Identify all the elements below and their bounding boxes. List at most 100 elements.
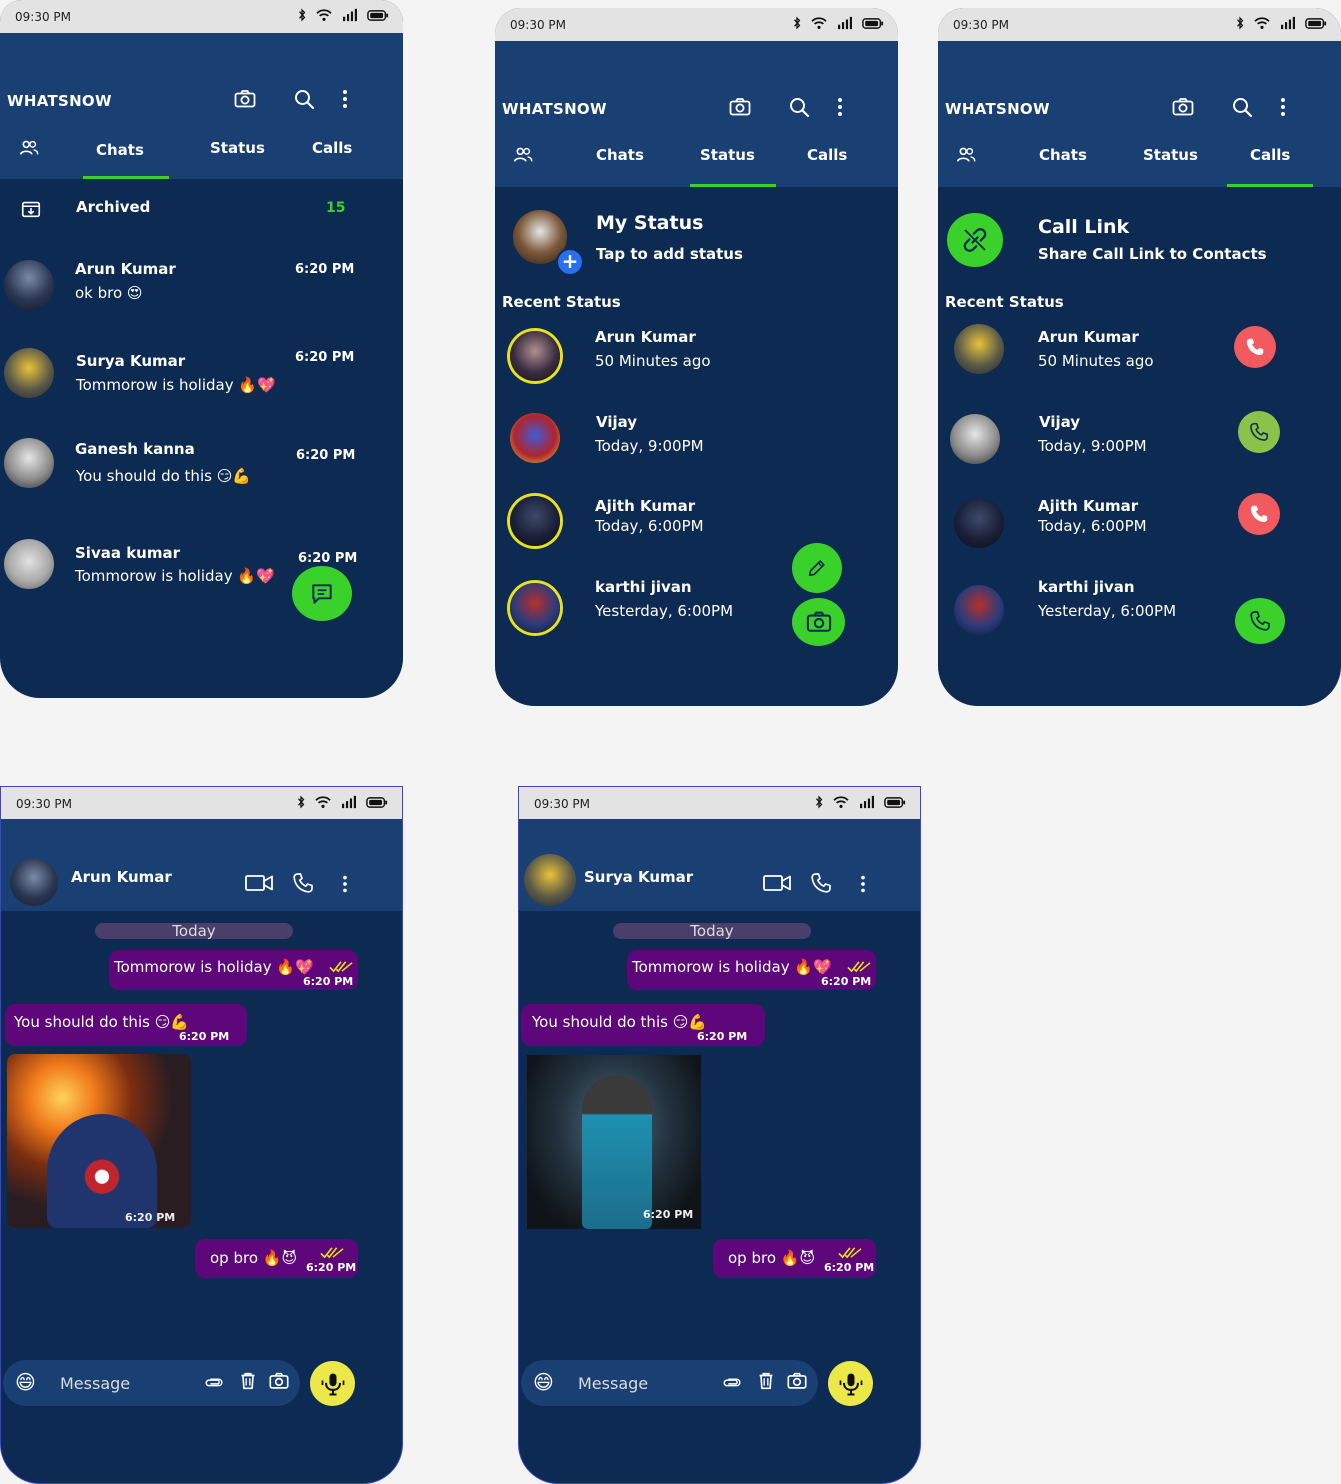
search-icon[interactable] xyxy=(292,87,316,111)
missed-call-button[interactable] xyxy=(1238,493,1280,535)
call-link-row[interactable]: Call Link Share Call Link to Contacts xyxy=(938,208,1341,278)
more-icon[interactable] xyxy=(334,873,356,895)
voice-record-button[interactable] xyxy=(828,1361,873,1406)
tab-chats[interactable]: Chats xyxy=(1039,146,1087,164)
contact-name[interactable]: Surya Kumar xyxy=(584,868,693,886)
contact-name[interactable]: Arun Kumar xyxy=(71,868,172,886)
tab-calls[interactable]: Calls xyxy=(1250,146,1290,164)
video-call-icon[interactable] xyxy=(244,871,274,895)
more-icon[interactable] xyxy=(1271,95,1295,119)
avatar[interactable] xyxy=(510,496,560,546)
emoji-icon[interactable]: 😄 xyxy=(15,1370,36,1394)
call-name: Arun Kumar xyxy=(1038,328,1139,346)
microphone-icon xyxy=(319,1370,347,1398)
avatar[interactable] xyxy=(510,583,560,633)
message-input[interactable]: Message xyxy=(578,1374,648,1393)
tab-calls[interactable]: Calls xyxy=(312,139,352,157)
phone-icon[interactable] xyxy=(291,871,315,895)
attach-icon[interactable] xyxy=(203,1371,225,1393)
chat-list-item[interactable]: Ganesh kanna You should do this 😏💪 6:20 … xyxy=(0,436,403,496)
call-item[interactable]: Arun Kumar 50 Minutes ago xyxy=(938,324,1341,384)
message-time: 6:20 PM xyxy=(303,975,354,988)
camera-icon[interactable] xyxy=(728,95,752,119)
avatar[interactable] xyxy=(4,260,54,310)
emoji-icon[interactable]: 😄 xyxy=(533,1370,554,1394)
delete-icon[interactable] xyxy=(755,1370,777,1392)
avatar[interactable] xyxy=(954,585,1004,635)
more-icon[interactable] xyxy=(828,95,852,119)
avatar[interactable] xyxy=(4,539,54,589)
new-chat-button[interactable] xyxy=(292,566,352,621)
delete-icon[interactable] xyxy=(237,1370,259,1392)
tab-status[interactable]: Status xyxy=(1143,146,1198,164)
image-time: 6:20 PM xyxy=(643,1208,694,1221)
avatar[interactable] xyxy=(510,331,560,381)
call-item[interactable]: karthi jivan Yesterday, 6:00PM xyxy=(938,578,1341,644)
signal-icon xyxy=(341,8,359,22)
status-name: Arun Kumar xyxy=(595,328,696,346)
my-status-row[interactable]: + My Status Tap to add status xyxy=(495,208,898,278)
avatar[interactable] xyxy=(954,324,1004,374)
community-icon[interactable] xyxy=(955,144,977,166)
tab-chats[interactable]: Chats xyxy=(596,146,644,164)
chat-name: Surya Kumar xyxy=(76,352,186,370)
search-icon[interactable] xyxy=(787,95,811,119)
status-item[interactable]: Vijay Today, 9:00PM xyxy=(495,411,898,471)
received-call-button[interactable] xyxy=(1238,411,1280,453)
app-title: WHATSNOW xyxy=(945,100,1050,118)
chat-list-item[interactable]: Arun Kumar ok bro 😍 6:20 PM xyxy=(0,258,403,318)
chat-name: Arun Kumar xyxy=(75,260,176,278)
contact-avatar[interactable] xyxy=(524,854,576,906)
more-icon[interactable] xyxy=(333,87,357,111)
call-item[interactable]: Vijay Today, 9:00PM xyxy=(938,411,1341,471)
read-ticks-icon xyxy=(329,959,353,974)
camera-icon[interactable] xyxy=(1171,95,1195,119)
camera-status-button[interactable] xyxy=(792,598,845,646)
message-input[interactable]: Message xyxy=(60,1374,130,1393)
status-item[interactable]: Ajith Kumar Today, 6:00PM xyxy=(495,493,898,553)
message-composer: 😄 Message xyxy=(521,1360,818,1406)
add-status-icon[interactable]: + xyxy=(556,248,584,276)
tab-chats[interactable]: Chats xyxy=(96,141,144,159)
tab-calls[interactable]: Calls xyxy=(807,146,847,164)
attach-icon[interactable] xyxy=(721,1371,743,1393)
voice-record-button[interactable] xyxy=(310,1361,355,1406)
avatar[interactable] xyxy=(510,413,560,463)
chat-time: 6:20 PM xyxy=(295,262,355,277)
status-time: 09:30 PM xyxy=(953,18,1009,32)
avatar[interactable] xyxy=(950,414,1000,464)
community-icon[interactable] xyxy=(18,137,40,159)
more-icon[interactable] xyxy=(852,873,874,895)
outgoing-message: op bro 🔥😈 6:20 PM xyxy=(195,1239,358,1278)
my-status-title: My Status xyxy=(596,212,704,234)
text-status-button[interactable] xyxy=(792,543,842,593)
chat-time: 6:20 PM xyxy=(298,551,358,566)
signal-icon xyxy=(858,795,876,809)
chat-list-item[interactable]: Surya Kumar Tommorow is holiday 🔥💖 6:20 … xyxy=(0,346,403,406)
camera-icon[interactable] xyxy=(268,1370,290,1392)
status-item[interactable]: Arun Kumar 50 Minutes ago xyxy=(495,328,898,388)
community-icon[interactable] xyxy=(512,144,534,166)
image-message[interactable]: 6:20 PM xyxy=(7,1054,191,1228)
message-text: op bro 🔥😈 xyxy=(210,1249,298,1267)
archived-row[interactable]: Archived 15 xyxy=(0,192,403,232)
status-name: karthi jivan xyxy=(595,578,692,596)
tab-status[interactable]: Status xyxy=(700,146,755,164)
chat-preview: You should do this 😏💪 xyxy=(76,467,252,485)
tab-status[interactable]: Status xyxy=(210,139,265,157)
contact-avatar[interactable] xyxy=(10,858,58,906)
video-call-icon[interactable] xyxy=(762,871,792,895)
received-call-button[interactable] xyxy=(1235,598,1285,644)
missed-call-button[interactable] xyxy=(1234,326,1276,368)
avatar[interactable] xyxy=(954,498,1004,548)
call-link-button[interactable] xyxy=(947,213,1003,267)
phone-icon[interactable] xyxy=(809,871,833,895)
camera-icon[interactable] xyxy=(233,87,257,111)
search-icon[interactable] xyxy=(1230,95,1254,119)
call-item[interactable]: Ajith Kumar Today, 6:00PM xyxy=(938,493,1341,553)
camera-icon[interactable] xyxy=(786,1370,808,1392)
image-message[interactable]: 6:20 PM xyxy=(527,1055,701,1229)
avatar[interactable] xyxy=(4,438,54,488)
avatar[interactable] xyxy=(4,348,54,398)
message-text: Tommorow is holiday 🔥💖 xyxy=(632,958,832,976)
